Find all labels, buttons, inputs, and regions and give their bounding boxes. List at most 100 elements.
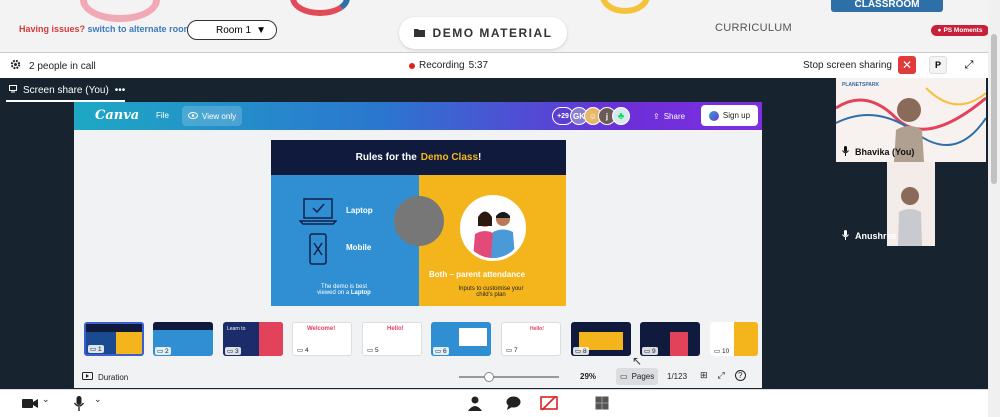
thumbnail-number-value: 2 xyxy=(164,348,169,355)
grid-view-icon[interactable]: ⊞ xyxy=(700,370,708,381)
slide-title-highlight: Demo Class xyxy=(420,152,479,163)
canva-logo[interactable]: Canva xyxy=(95,108,139,123)
thumbnail-number-value: 1 xyxy=(97,346,102,353)
thumbnail-number-value: 5 xyxy=(374,347,379,354)
canva-share-button[interactable]: ⇪ Share xyxy=(647,106,691,126)
demo-material-button[interactable]: DEMO MATERIAL xyxy=(399,17,567,49)
screen-share-stage: Screen share (You) ••• Canva File View o… xyxy=(0,78,836,389)
canva-share-label: Share xyxy=(663,111,686,121)
demo-best-text: The demo is best viewed on a Laptop xyxy=(301,284,387,296)
pages-icon: ▭ xyxy=(620,372,628,381)
thumbnail-page[interactable]: ▭ 6 xyxy=(431,322,491,356)
close-icon: ✕ xyxy=(901,58,913,72)
thumbnail-page[interactable]: ▭ 9 xyxy=(640,322,700,356)
thumbnail-page[interactable]: ▭ 1 xyxy=(84,322,144,356)
view-only-button[interactable]: View only xyxy=(182,106,243,126)
laptop-label: Laptop xyxy=(346,206,373,215)
collaborator-avatars[interactable]: +29 GK ☺ j ♣ xyxy=(552,106,630,126)
customise-line2: child's plan xyxy=(476,292,506,298)
recording-status: Recording 5:37 xyxy=(409,60,488,71)
decorative-ring xyxy=(80,0,160,22)
fullscreen-icon[interactable]: ⤢ xyxy=(718,370,725,381)
avatar: ♣ xyxy=(612,107,630,125)
participant-name: Anushree xyxy=(855,231,897,241)
slide-title: Rules for the Demo Class! xyxy=(271,140,566,175)
slide-title-prefix: Rules for the xyxy=(355,152,417,163)
fullscreen-icon[interactable]: ⤢ xyxy=(960,56,978,74)
chat-icon[interactable] xyxy=(506,396,521,413)
participant-video-bhavika[interactable]: PLANETSPARK Bhavika (You) xyxy=(836,78,986,162)
chevron-down-icon[interactable]: ⌄ xyxy=(94,394,102,405)
thumbnail-title: Hello! xyxy=(387,326,404,332)
stop-sharing-label: Stop screen sharing xyxy=(803,60,892,71)
demo-best-line2-bold: Laptop xyxy=(350,290,371,296)
thumbnail-page[interactable]: ▭ 8 xyxy=(571,322,631,356)
thumbnail-title: Welcome! xyxy=(307,326,336,332)
mobile-label: Mobile xyxy=(346,243,372,252)
mic-icon xyxy=(842,146,849,158)
zoom-percent[interactable]: 29% xyxy=(580,372,596,381)
sign-up-button[interactable]: Sign up xyxy=(701,105,758,126)
screen-share-off-icon[interactable] xyxy=(540,395,558,414)
room-select[interactable]: Room 1 ▼ xyxy=(187,20,277,40)
canva-small-logo-icon xyxy=(708,110,719,121)
alternate-room-link[interactable]: switch to alternate room xyxy=(88,24,192,34)
thumbnail-number: ▭ 2 xyxy=(155,347,171,355)
camera-icon[interactable] xyxy=(22,396,38,412)
zoom-slider[interactable] xyxy=(459,376,559,378)
curriculum-tab[interactable]: CURRICULUM xyxy=(715,22,792,34)
folder-icon xyxy=(413,26,425,40)
canva-toolbar: Canva File View only +29 GK ☺ j ♣ ⇪ Shar… xyxy=(74,102,762,130)
demo-best-line2-prefix: viewed on a xyxy=(317,290,350,296)
eye-icon xyxy=(188,111,198,121)
screen-share-tab[interactable]: Screen share (You) ••• xyxy=(9,85,125,96)
thumbnail-number: ▭ 3 xyxy=(225,347,241,355)
thumbnail-number-value: 8 xyxy=(582,348,587,355)
camera-small-icon: ● xyxy=(937,27,942,34)
ps-moments-badge[interactable]: ● PS Moments xyxy=(931,25,989,36)
thumbnail-page[interactable]: Learn to ▭ 3 xyxy=(223,322,283,356)
mouse-cursor-icon: ↖ xyxy=(632,354,643,368)
current-slide: Rules for the Demo Class! Laptop Mobile … xyxy=(271,140,566,306)
duration-icon xyxy=(82,372,93,382)
thumbnail-page[interactable]: ▭ 10 xyxy=(710,322,758,356)
scrollbar-thumb[interactable] xyxy=(991,34,997,184)
laptop-icon xyxy=(298,197,338,230)
page-counter: 1/123 xyxy=(667,372,688,381)
mic-icon[interactable] xyxy=(73,396,85,414)
thumbnail-number: ▭ 8 xyxy=(573,347,589,355)
gear-icon[interactable] xyxy=(10,59,21,73)
issues-warning: Having issues? xyxy=(19,24,86,34)
parents-photo xyxy=(460,195,526,261)
pin-button[interactable]: P xyxy=(929,56,947,74)
file-menu[interactable]: File xyxy=(156,111,169,120)
share-icon: ⇪ xyxy=(653,111,660,121)
chevron-down-icon[interactable]: ⌄ xyxy=(42,394,50,405)
pages-button[interactable]: ▭ Pages xyxy=(616,368,659,385)
thumbnail-page[interactable]: Welcome! ▭ 4 xyxy=(292,322,352,356)
stop-sharing-button[interactable]: ✕ xyxy=(898,56,916,74)
participant-video-anushree[interactable]: Anushree xyxy=(836,162,986,246)
thumbnail-page[interactable]: Hello! ▭ 7 xyxy=(501,322,561,356)
thumbnail-number-value: 10 xyxy=(721,348,730,355)
zoom-slider-handle[interactable] xyxy=(484,372,494,382)
more-icon[interactable]: ••• xyxy=(115,85,126,96)
thumbnail-number: ▭ 7 xyxy=(504,346,520,354)
placeholder-circle xyxy=(394,196,444,246)
participant-label: Anushree xyxy=(842,230,897,242)
thumbnail-number-value: 6 xyxy=(442,348,447,355)
mic-icon xyxy=(842,230,849,242)
whiteboard-icon[interactable] xyxy=(595,396,609,413)
people-icon[interactable] xyxy=(468,396,482,414)
classroom-tab[interactable]: CLASSROOM xyxy=(831,0,943,12)
thumbnail-page[interactable]: Hello! ▭ 5 xyxy=(362,322,422,356)
room-select-value: Room 1 xyxy=(216,24,252,36)
help-icon[interactable]: ? xyxy=(734,370,746,381)
thumbnail-number: ▭ 4 xyxy=(295,346,311,354)
duration-button[interactable]: Duration xyxy=(82,372,128,382)
thumbnail-number: ▭ 9 xyxy=(642,347,658,355)
meeting-area: 2 people in call Recording 5:37 Stop scr… xyxy=(0,52,988,417)
page-scrollbar[interactable] xyxy=(988,0,1000,417)
thumbnail-page[interactable]: ▭ 2 xyxy=(153,322,213,356)
participants-sidebar: PLANETSPARK Bhavika (You) Anushree xyxy=(836,78,988,389)
